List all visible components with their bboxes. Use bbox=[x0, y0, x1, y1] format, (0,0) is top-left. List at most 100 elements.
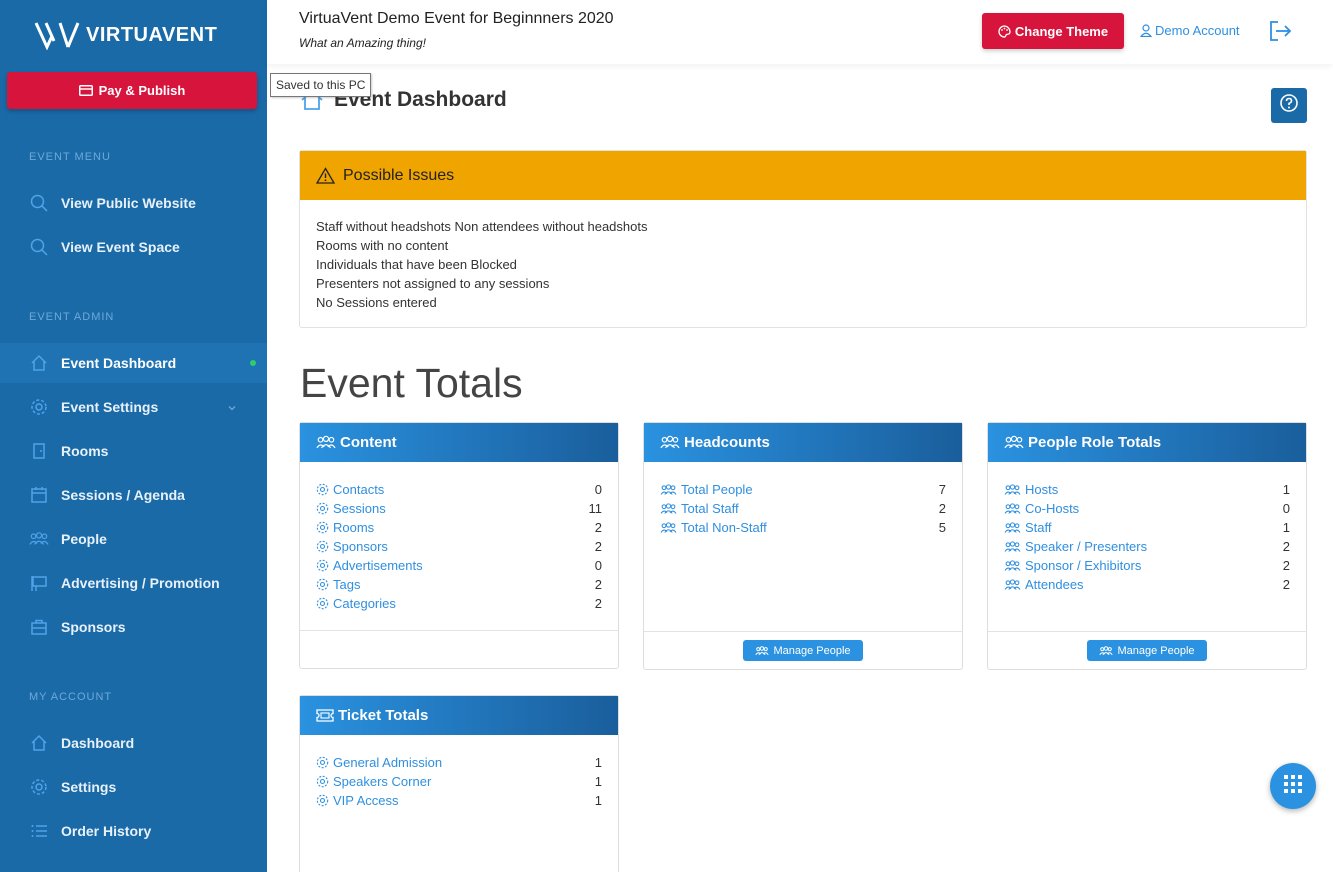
contacts-link[interactable]: Contacts bbox=[316, 482, 384, 497]
chevron-down-icon[interactable] bbox=[227, 400, 237, 416]
logout-icon[interactable] bbox=[1269, 20, 1293, 47]
row-value: 1 bbox=[594, 755, 602, 770]
sponsor-exhibitors-link[interactable]: Sponsor / Exhibitors bbox=[1004, 558, 1141, 573]
rooms-link[interactable]: Rooms bbox=[316, 520, 374, 535]
ticket-totals-card: Ticket Totals General Admission 1 Speaker… bbox=[299, 695, 619, 872]
sidebar-item-people[interactable]: People bbox=[0, 519, 267, 559]
people-icon bbox=[1004, 578, 1021, 591]
list-item: Advertisements 0 bbox=[316, 556, 602, 575]
sidebar-item-label: Sessions / Agenda bbox=[61, 487, 185, 503]
total-non-staff-link[interactable]: Total Non-Staff bbox=[660, 520, 767, 535]
total-people-link[interactable]: Total People bbox=[660, 482, 753, 497]
sidebar-item-sessions-agenda[interactable]: Sessions / Agenda bbox=[0, 475, 267, 515]
account-link[interactable]: Demo Account bbox=[1140, 23, 1240, 38]
row-value: 2 bbox=[594, 520, 602, 535]
manage-people-label: Manage People bbox=[773, 644, 851, 657]
people-icon bbox=[660, 502, 677, 515]
row-value: 11 bbox=[588, 501, 603, 516]
row-label: Speakers Corner bbox=[333, 774, 432, 789]
brand-logo[interactable]: VIRTUAVENT bbox=[0, 0, 267, 70]
row-label: Attendees bbox=[1025, 577, 1084, 592]
user-icon bbox=[1140, 24, 1152, 37]
row-label: Sessions bbox=[333, 501, 386, 516]
sidebar-item-label: Event Dashboard bbox=[61, 355, 177, 371]
help-button[interactable] bbox=[1271, 88, 1307, 123]
people-icon bbox=[316, 435, 336, 450]
speakers-corner-link[interactable]: Speakers Corner bbox=[316, 774, 431, 789]
list-item: Sponsor / Exhibitors 2 bbox=[1004, 556, 1290, 575]
card-title: Content bbox=[340, 434, 397, 451]
staff-link[interactable]: Staff bbox=[1004, 520, 1052, 535]
list-item: Contacts 0 bbox=[316, 480, 602, 499]
apps-menu-button[interactable] bbox=[1270, 763, 1316, 809]
row-value: 2 bbox=[1282, 539, 1290, 554]
sidebar-item-view-public-website[interactable]: View Public Website bbox=[0, 183, 267, 223]
section-my-account: MY ACCOUNT bbox=[29, 691, 113, 703]
co-hosts-link[interactable]: Co-Hosts bbox=[1004, 501, 1079, 516]
advertisements-link[interactable]: Advertisements bbox=[316, 558, 423, 573]
palette-icon bbox=[998, 24, 1011, 38]
row-label: Tags bbox=[333, 577, 361, 592]
people-icon bbox=[1004, 435, 1024, 450]
sidebar-item-settings[interactable]: Settings bbox=[0, 767, 267, 807]
people-icon bbox=[755, 645, 770, 656]
list-icon bbox=[29, 821, 49, 841]
sidebar-item-label: Rooms bbox=[61, 443, 109, 459]
sidebar-item-rooms[interactable]: Rooms bbox=[0, 431, 267, 471]
credit-card-icon bbox=[78, 85, 93, 96]
row-value: 1 bbox=[594, 793, 602, 808]
manage-people-button[interactable]: Manage People bbox=[1087, 640, 1207, 661]
sidebar-item-dashboard[interactable]: Dashboard bbox=[0, 723, 267, 763]
hosts-link[interactable]: Hosts bbox=[1004, 482, 1058, 497]
sidebar-item-label: Dashboard bbox=[61, 735, 135, 751]
sidebar-item-event-dashboard[interactable]: Event Dashboard bbox=[0, 343, 267, 383]
gear-icon bbox=[316, 794, 329, 807]
card-footer: Manage People bbox=[644, 631, 962, 669]
general-admission-link[interactable]: General Admission bbox=[316, 755, 442, 770]
sidebar-item-event-settings[interactable]: Event Settings bbox=[0, 387, 267, 427]
home-icon bbox=[29, 353, 49, 373]
pay-publish-button[interactable]: Pay & Publish bbox=[7, 72, 257, 109]
categories-link[interactable]: Categories bbox=[316, 596, 396, 611]
total-staff-link[interactable]: Total Staff bbox=[660, 501, 739, 516]
issues-header: Possible Issues bbox=[300, 151, 1306, 200]
row-value: 7 bbox=[938, 482, 946, 497]
active-indicator bbox=[250, 360, 256, 366]
card-title: People Role Totals bbox=[1028, 434, 1162, 451]
row-value: 0 bbox=[1282, 501, 1290, 516]
list-item: Co-Hosts 0 bbox=[1004, 499, 1290, 518]
question-icon bbox=[1279, 93, 1299, 118]
sidebar-item-advertising-promotion[interactable]: Advertising / Promotion bbox=[0, 563, 267, 603]
row-value: 0 bbox=[594, 558, 602, 573]
account-label: Demo Account bbox=[1155, 23, 1240, 38]
change-theme-label: Change Theme bbox=[1014, 23, 1109, 39]
attendees-link[interactable]: Attendees bbox=[1004, 577, 1084, 592]
vip-access-link[interactable]: VIP Access bbox=[316, 793, 399, 808]
card-header: Content bbox=[300, 423, 618, 462]
list-item: Hosts 1 bbox=[1004, 480, 1290, 499]
people-icon bbox=[1099, 645, 1114, 656]
list-item: Speaker / Presenters 2 bbox=[1004, 537, 1290, 556]
row-value: 2 bbox=[1282, 577, 1290, 592]
tags-link[interactable]: Tags bbox=[316, 577, 360, 592]
billboard-icon bbox=[29, 573, 49, 593]
sidebar-item-view-event-space[interactable]: View Event Space bbox=[0, 227, 267, 267]
sidebar-item-sponsors[interactable]: Sponsors bbox=[0, 607, 267, 647]
people-icon bbox=[660, 483, 677, 496]
possible-issues-panel: Possible Issues Staff without headshots … bbox=[299, 150, 1307, 328]
sidebar-item-label: People bbox=[61, 531, 107, 547]
manage-people-button[interactable]: Manage People bbox=[743, 640, 863, 661]
speaker-presenters-link[interactable]: Speaker / Presenters bbox=[1004, 539, 1147, 554]
change-theme-button[interactable]: Change Theme bbox=[982, 13, 1124, 49]
sidebar-item-order-history[interactable]: Order History bbox=[0, 811, 267, 851]
card-header: Ticket Totals bbox=[300, 696, 618, 735]
sidebar-item-label: Sponsors bbox=[61, 619, 126, 635]
row-value: 1 bbox=[1282, 520, 1290, 535]
row-value: 2 bbox=[1282, 558, 1290, 573]
row-value: 2 bbox=[938, 501, 946, 516]
sessions-link[interactable]: Sessions bbox=[316, 501, 386, 516]
issue-item: Individuals that have been Blocked bbox=[316, 257, 517, 272]
sponsors-link[interactable]: Sponsors bbox=[316, 539, 388, 554]
card-header: People Role Totals bbox=[988, 423, 1306, 462]
row-label: Sponsor / Exhibitors bbox=[1025, 558, 1142, 573]
